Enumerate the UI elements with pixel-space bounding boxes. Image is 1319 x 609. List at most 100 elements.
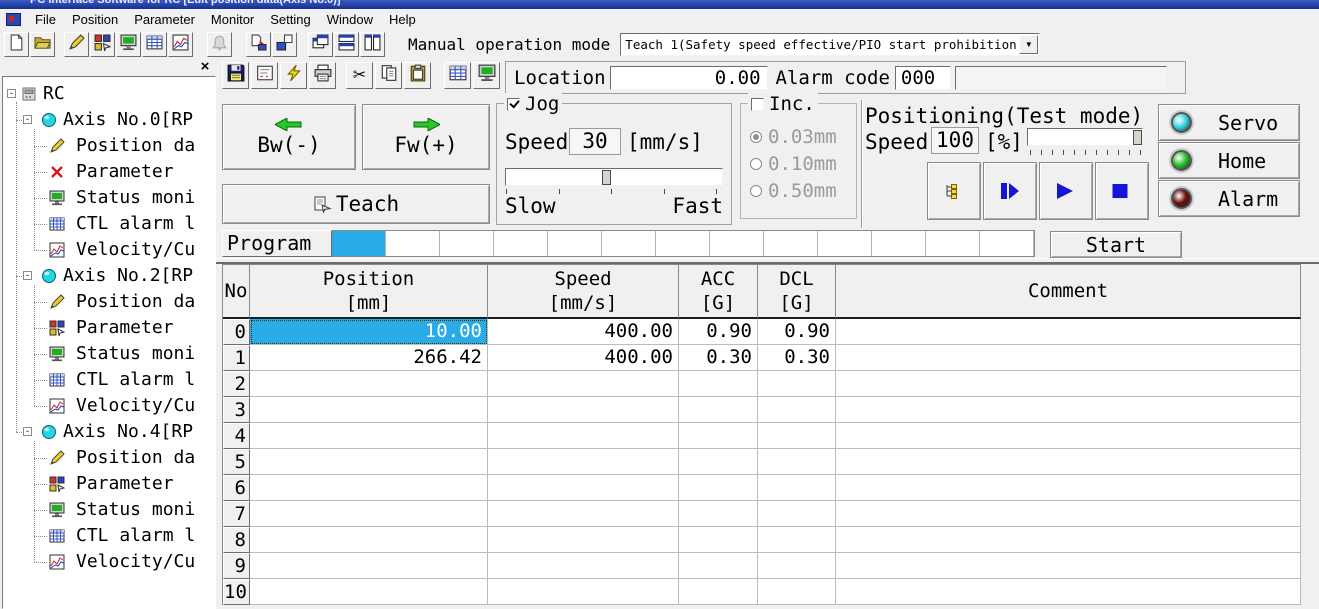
cell-r4-c1[interactable] (488, 423, 679, 449)
cell-r1-c2[interactable]: 0.30 (679, 345, 758, 371)
operation-mode-select[interactable]: Teach 1(Safety speed effective/PIO start… (620, 33, 1040, 56)
edit-pencil-button[interactable] (64, 32, 89, 57)
graph-button[interactable] (168, 32, 193, 57)
jog-forward-button[interactable]: Fw(+) (362, 104, 490, 170)
cell-r7-c1[interactable] (488, 501, 679, 527)
cell-r7-c0[interactable] (250, 501, 488, 527)
radio-icon[interactable] (750, 131, 762, 143)
cell-r3-c0[interactable] (250, 397, 488, 423)
cell-r5-c1[interactable] (488, 449, 679, 475)
cell-r2-c4[interactable] (836, 371, 1301, 397)
cell-r8-c1[interactable] (488, 527, 679, 553)
position-list-button[interactable] (927, 162, 981, 220)
cell-r0-c0[interactable]: 10.00 (250, 319, 488, 345)
scissors-button-2[interactable]: ✂ (346, 62, 373, 89)
teach-button[interactable]: Teach (222, 184, 490, 224)
tile-horizontal-button[interactable] (334, 32, 359, 57)
cell-r7-c4[interactable] (836, 501, 1301, 527)
play-button[interactable] (1039, 162, 1093, 220)
cell-r10-c3[interactable] (758, 579, 836, 605)
tree-collapse-icon[interactable]: - (23, 271, 32, 280)
cell-r4-c2[interactable] (679, 423, 758, 449)
cell-r10-c0[interactable] (250, 579, 488, 605)
jog-slider-thumb[interactable] (602, 170, 611, 185)
cell-r0-c2[interactable]: 0.90 (679, 319, 758, 345)
inc-checkbox[interactable] (751, 98, 764, 111)
row-header-6[interactable]: 6 (223, 475, 250, 501)
cell-r7-c3[interactable] (758, 501, 836, 527)
program-cell-5[interactable] (602, 231, 656, 256)
cell-r7-c2[interactable] (679, 501, 758, 527)
tile-vertical-button[interactable] (360, 32, 385, 57)
program-cell-11[interactable] (926, 231, 980, 256)
program-cell-7[interactable] (710, 231, 764, 256)
cell-r6-c0[interactable] (250, 475, 488, 501)
chevron-down-icon[interactable]: ▼ (1019, 35, 1038, 54)
table-grid-button-2[interactable] (444, 62, 471, 89)
row-header-9[interactable]: 9 (223, 553, 250, 579)
alarm-message-field[interactable] (955, 66, 1167, 90)
cell-r3-c2[interactable] (679, 397, 758, 423)
cell-r8-c2[interactable] (679, 527, 758, 553)
cell-r4-c4[interactable] (836, 423, 1301, 449)
menu-position[interactable]: Position (64, 10, 126, 29)
cell-r3-c1[interactable] (488, 397, 679, 423)
stop-button[interactable] (1095, 162, 1149, 220)
row-header-2[interactable]: 2 (223, 371, 250, 397)
cell-r5-c2[interactable] (679, 449, 758, 475)
cell-r2-c0[interactable] (250, 371, 488, 397)
cell-r10-c4[interactable] (836, 579, 1301, 605)
menu-monitor[interactable]: Monitor (203, 10, 262, 29)
cell-r9-c1[interactable] (488, 553, 679, 579)
bell-button[interactable] (207, 32, 232, 57)
cascade-windows-button[interactable] (308, 32, 333, 57)
cell-r6-c2[interactable] (679, 475, 758, 501)
row-header-1[interactable]: 1 (223, 345, 250, 371)
inc-option-0.03mm[interactable]: 0.03mm (750, 126, 837, 148)
cell-r2-c3[interactable] (758, 371, 836, 397)
program-cell-12[interactable] (980, 231, 1034, 256)
copy-button-2[interactable] (375, 62, 402, 89)
row-header-5[interactable]: 5 (223, 449, 250, 475)
cell-r10-c1[interactable] (488, 579, 679, 605)
cell-r1-c4[interactable] (836, 345, 1301, 371)
cell-r0-c4[interactable] (836, 319, 1301, 345)
cell-r6-c1[interactable] (488, 475, 679, 501)
jog-speed-slider[interactable] (505, 168, 723, 186)
servo-button[interactable]: Servo (1158, 104, 1300, 141)
alarm-code-field[interactable]: 000 (895, 66, 951, 90)
new-file-button[interactable] (4, 32, 29, 57)
cell-r1-c3[interactable]: 0.30 (758, 345, 836, 371)
floppy-button-2[interactable] (222, 62, 249, 89)
tree-collapse-icon[interactable]: - (23, 427, 32, 436)
save-floppy-button[interactable] (272, 32, 297, 57)
cell-r0-c3[interactable]: 0.90 (758, 319, 836, 345)
lightning-button-2[interactable] (280, 62, 307, 89)
close-icon[interactable]: × (198, 60, 212, 74)
cell-r0-c1[interactable]: 400.00 (488, 319, 679, 345)
printer-button-2[interactable] (309, 62, 336, 89)
jog-checkbox[interactable] (507, 98, 520, 111)
program-cell-1[interactable] (386, 231, 440, 256)
row-header-4[interactable]: 4 (223, 423, 250, 449)
cell-r9-c4[interactable] (836, 553, 1301, 579)
cell-r1-c0[interactable]: 266.42 (250, 345, 488, 371)
table-grid-button[interactable] (142, 32, 167, 57)
cell-r3-c4[interactable] (836, 397, 1301, 423)
monitor-button[interactable] (116, 32, 141, 57)
cell-r10-c2[interactable] (679, 579, 758, 605)
menu-file[interactable]: File (27, 10, 64, 29)
row-header-7[interactable]: 7 (223, 501, 250, 527)
row-header-8[interactable]: 8 (223, 527, 250, 553)
jog-speed-field[interactable]: 30 (569, 128, 621, 155)
cell-r8-c4[interactable] (836, 527, 1301, 553)
cell-r5-c4[interactable] (836, 449, 1301, 475)
cell-r5-c0[interactable] (250, 449, 488, 475)
cell-r8-c3[interactable] (758, 527, 836, 553)
cell-r4-c0[interactable] (250, 423, 488, 449)
tree-collapse-icon[interactable]: - (23, 115, 32, 124)
program-cell-0[interactable] (332, 231, 386, 256)
menu-setting[interactable]: Setting (262, 10, 318, 29)
menu-parameter[interactable]: Parameter (126, 10, 203, 29)
cell-r6-c4[interactable] (836, 475, 1301, 501)
